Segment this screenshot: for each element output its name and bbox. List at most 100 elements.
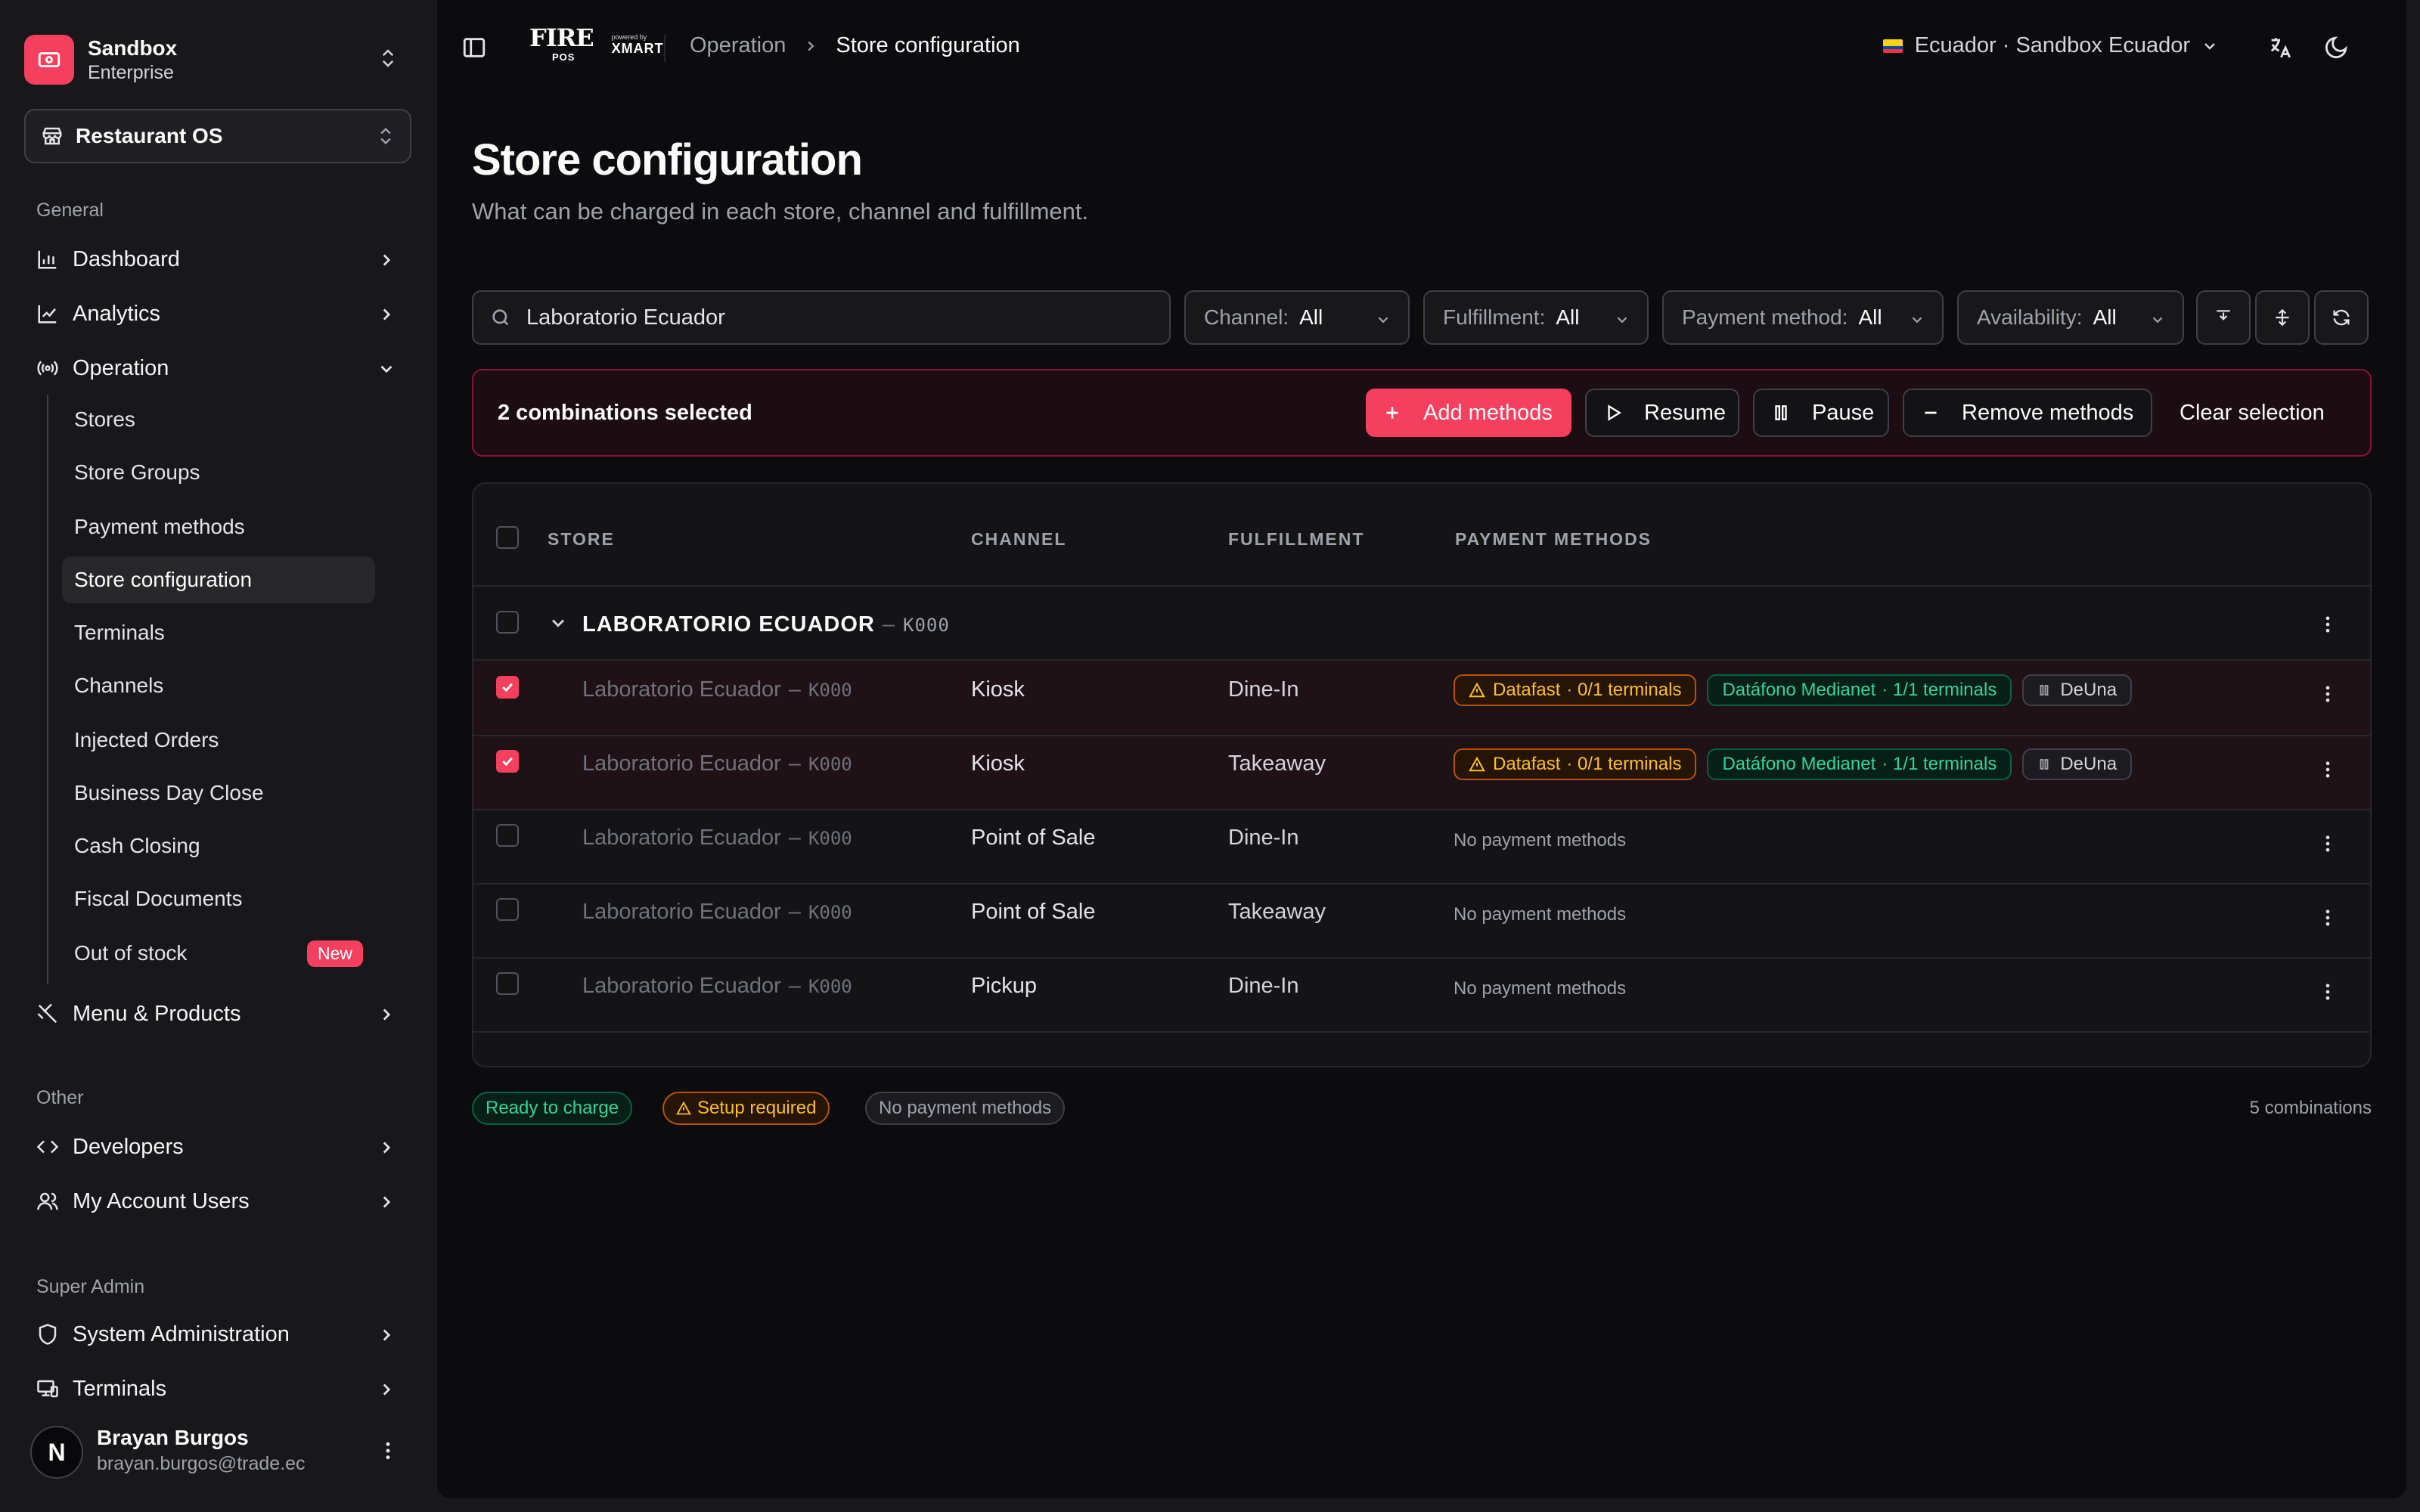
sub-fiscal-documents[interactable]: Fiscal Documents <box>62 875 375 922</box>
table-row[interactable]: Laboratorio Ecuador – K000 Kiosk Takeaway … <box>473 736 2370 810</box>
no-payment-methods: No payment methods <box>1454 830 1627 850</box>
country-selector[interactable]: Ecuador · Sandbox Ecuador <box>1882 33 2219 58</box>
channel-filter[interactable]: Channel: All <box>1184 290 1410 345</box>
new-badge: New <box>306 940 363 967</box>
fulfillment-filter[interactable]: Fulfillment: All <box>1423 290 1649 345</box>
brand-powered: powered by <box>611 33 647 41</box>
fulfillment-cell: Dine-In <box>1228 974 1299 998</box>
more-vertical-icon[interactable] <box>2317 907 2338 928</box>
nav-account-users[interactable]: My Account Users <box>30 1179 408 1223</box>
devices-icon <box>36 1377 59 1400</box>
row-checkbox[interactable] <box>496 676 519 699</box>
sub-out-of-stock[interactable]: Out of stock New <box>62 930 375 977</box>
row-checkbox[interactable] <box>496 750 519 773</box>
more-vertical-icon[interactable] <box>2317 683 2338 705</box>
moon-icon[interactable] <box>2323 35 2349 60</box>
payment-methods-cell: Datafast · 0/1 terminals Datáfono Mediane… <box>1454 748 2133 780</box>
availability-filter[interactable]: Availability: All <box>1957 290 2184 345</box>
chevron-down-icon <box>377 359 396 379</box>
sub-store-configuration[interactable]: Store configuration <box>62 556 375 603</box>
ecuador-flag-icon <box>1882 39 1903 53</box>
sub-channels[interactable]: Channels <box>62 662 375 709</box>
row-checkbox[interactable] <box>496 824 519 847</box>
user-menu[interactable]: N Brayan Burgos brayan.burgos@trade.ec <box>30 1423 416 1482</box>
nav-operation[interactable]: Operation <box>30 346 408 390</box>
sub-store-groups[interactable]: Store Groups <box>62 449 375 496</box>
nav-terminals-admin[interactable]: Terminals <box>30 1367 408 1411</box>
breadcrumb-operation[interactable]: Operation <box>690 33 786 58</box>
nav-label: Operation <box>73 355 169 380</box>
remove-methods-button[interactable]: Remove methods <box>1903 389 2152 437</box>
search-input[interactable] <box>526 305 1146 330</box>
product-switcher[interactable]: Restaurant OS <box>24 109 411 163</box>
user-email: brayan.burgos@trade.ec <box>97 1453 306 1474</box>
fulfillment-cell: Takeaway <box>1228 900 1326 924</box>
pill-name: DeUna <box>2060 754 2118 774</box>
nav-analytics[interactable]: Analytics <box>30 292 408 336</box>
brand-pos: POS <box>552 51 576 63</box>
clear-selection-button[interactable]: Clear selection <box>2180 389 2338 437</box>
nav-dashboard[interactable]: Dashboard <box>30 237 408 281</box>
add-methods-button[interactable]: Add methods <box>1366 389 1571 437</box>
store-dash: – <box>788 974 801 998</box>
store-code: K000 <box>808 828 852 849</box>
chevron-right-icon <box>377 1325 396 1345</box>
sub-terminals[interactable]: Terminals <box>62 609 375 656</box>
select-all-checkbox[interactable] <box>496 526 519 549</box>
nav-system-administration[interactable]: System Administration <box>30 1312 408 1356</box>
table-row[interactable]: Laboratorio Ecuador – K000 Point of Sale T… <box>473 885 2370 959</box>
more-vertical-icon[interactable] <box>2317 759 2338 780</box>
table-row[interactable]: Laboratorio Ecuador – K000 Pickup Dine-In … <box>473 959 2370 1033</box>
store-cell: Laboratorio Ecuador – K000 <box>582 677 852 702</box>
sub-cash-closing[interactable]: Cash Closing <box>62 823 375 869</box>
group-name: LABORATORIO ECUADOR <box>582 612 875 637</box>
payment-pill-medianet[interactable]: Datáfono Medianet · 1/1 terminals <box>1707 748 2012 780</box>
payment-pill-medianet[interactable]: Datáfono Medianet · 1/1 terminals <box>1707 674 2012 706</box>
more-vertical-icon[interactable] <box>2317 981 2338 1002</box>
resume-button[interactable]: Resume <box>1585 389 1739 437</box>
store-icon <box>41 125 64 147</box>
table-row[interactable]: Laboratorio Ecuador – K000 Kiosk Dine-In D… <box>473 661 2370 735</box>
row-checkbox[interactable] <box>496 898 519 921</box>
brand-logo: FIRE POS powered by XMART <box>529 26 664 63</box>
refresh-button[interactable] <box>2314 290 2369 345</box>
broadcast-icon <box>36 357 59 380</box>
org-switcher[interactable]: Sandbox Enterprise <box>24 29 410 91</box>
nav-menu-products[interactable]: Menu & Products <box>30 992 408 1036</box>
nav-developers[interactable]: Developers <box>30 1125 408 1169</box>
payment-pill-datafast[interactable]: Datafast · 0/1 terminals <box>1454 748 1697 780</box>
section-super-admin: Super Admin <box>36 1276 145 1297</box>
sidebar: Sandbox Enterprise Restaurant OS General… <box>0 0 437 1512</box>
collapse-icon <box>2214 308 2233 327</box>
section-other: Other <box>36 1087 84 1108</box>
sub-payment-methods[interactable]: Payment methods <box>62 503 375 550</box>
payment-pill-deuna[interactable]: DeUna <box>2022 674 2133 706</box>
pill-name: Datafast <box>1493 754 1561 774</box>
fulfillment-cell: Dine-In <box>1228 826 1299 850</box>
collapse-all-button[interactable] <box>2196 290 2251 345</box>
row-checkbox[interactable] <box>496 972 519 995</box>
payment-pill-deuna[interactable]: DeUna <box>2022 748 2133 780</box>
expand-all-button[interactable] <box>2255 290 2310 345</box>
payment-method-filter[interactable]: Payment method: All <box>1662 290 1944 345</box>
more-vertical-icon[interactable] <box>377 1439 399 1462</box>
pill-name: Datáfono Medianet <box>1722 754 1876 774</box>
sidebar-toggle-icon[interactable] <box>461 35 487 60</box>
chevron-down-icon <box>1375 311 1392 328</box>
group-checkbox[interactable] <box>496 611 519 634</box>
sub-injected-orders[interactable]: Injected Orders <box>62 717 375 764</box>
sub-stores[interactable]: Stores <box>62 396 375 443</box>
more-vertical-icon[interactable] <box>2317 614 2338 635</box>
chevron-down-icon[interactable] <box>548 612 569 634</box>
payment-pill-datafast[interactable]: Datafast · 0/1 terminals <box>1454 674 1697 706</box>
pause-icon <box>2037 758 2051 771</box>
group-row[interactable]: LABORATORIO ECUADOR – K000 <box>473 587 2370 659</box>
expand-icon <box>2273 308 2292 327</box>
user-name: Brayan Burgos <box>97 1426 249 1449</box>
more-vertical-icon[interactable] <box>2317 833 2338 854</box>
pause-button[interactable]: Pause <box>1753 389 1889 437</box>
sub-business-day-close[interactable]: Business Day Close <box>62 770 375 816</box>
refresh-icon <box>2331 307 2352 328</box>
table-row[interactable]: Laboratorio Ecuador – K000 Point of Sale D… <box>473 810 2370 885</box>
translate-icon[interactable] <box>2267 35 2293 60</box>
